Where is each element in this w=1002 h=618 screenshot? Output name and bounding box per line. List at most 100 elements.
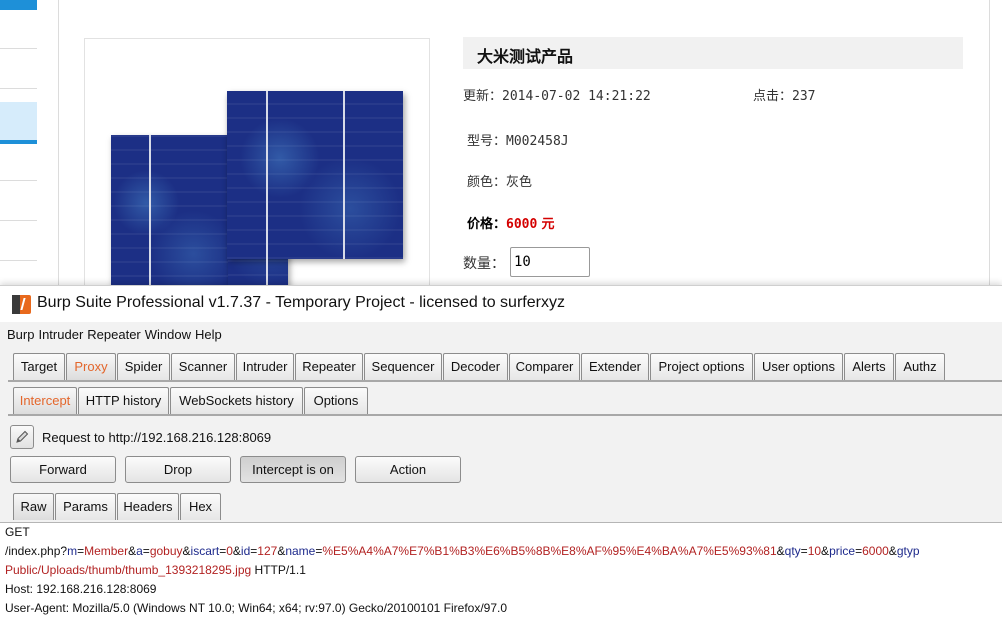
param-key: name: [285, 544, 316, 558]
param-value: Member: [84, 544, 129, 558]
menu-bar: Burp Intruder Repeater Window Help: [0, 324, 225, 346]
model-row: 型号：M002458J: [467, 130, 569, 149]
subtab-options[interactable]: Options: [304, 387, 368, 414]
color-row: 颜色：灰色: [467, 171, 532, 190]
request-line: /index.php?m=Member&a=gobuy&iscart=0&id=…: [5, 542, 920, 561]
tab-decoder[interactable]: Decoder: [443, 353, 508, 380]
left-nav-divider: [0, 48, 37, 49]
price-label: 价格：: [467, 217, 507, 232]
param-value: 6000: [862, 544, 889, 558]
param-value: gobuy: [149, 544, 183, 558]
left-nav-accent: [0, 0, 37, 10]
host-header: Host: 192.168.216.128:8069: [5, 582, 157, 596]
subtab-intercept[interactable]: Intercept: [13, 387, 77, 414]
product-title: 大米测试产品: [477, 47, 574, 66]
editor-tab-params[interactable]: Params: [55, 493, 116, 520]
update-value: 2014-07-02 14:21:22: [502, 89, 651, 104]
tab-spider[interactable]: Spider: [117, 353, 170, 380]
tab-sequencer[interactable]: Sequencer: [364, 353, 442, 380]
burp-window: Burp Suite Professional v1.7.37 - Tempor…: [0, 285, 1002, 618]
model-label: 型号：: [467, 134, 507, 149]
param-key: m: [67, 544, 78, 558]
title-bar[interactable]: Burp Suite Professional v1.7.37 - Tempor…: [0, 286, 1002, 322]
panel-seam: [266, 91, 268, 290]
param-key: id: [240, 544, 251, 558]
pencil-edit-icon[interactable]: [10, 425, 34, 449]
param-value: %E5%A4%A7%E7%B1%B3%E6%B5%8B%E8%AF%95%E4%…: [322, 544, 777, 558]
tab-scanner[interactable]: Scanner: [171, 353, 235, 380]
menu-intruder[interactable]: Intruder: [37, 324, 84, 346]
tab-user-options[interactable]: User options: [754, 353, 843, 380]
tab-authz[interactable]: Authz: [895, 353, 945, 380]
quantity-label: 数量：: [463, 256, 505, 272]
clicks-row: 点击：237: [753, 85, 816, 104]
param-key: qty: [784, 544, 801, 558]
shop-webpage: 大米测试产品 更新：2014-07-02 14:21:22 点击：237 型号：…: [0, 0, 1002, 290]
param-key: gtyp: [896, 544, 920, 558]
tab-intruder[interactable]: Intruder: [236, 353, 294, 380]
tab-project-options[interactable]: Project options: [650, 353, 753, 380]
price-row: 价格：6000 元: [467, 213, 554, 232]
param-value: 10: [807, 544, 822, 558]
tab-proxy[interactable]: Proxy: [66, 353, 116, 380]
subtab-strip-line: [8, 414, 1002, 416]
http-version: HTTP/1.1: [251, 563, 306, 577]
menu-help[interactable]: Help: [194, 324, 223, 346]
left-nav-item-selected[interactable]: [0, 102, 37, 140]
tab-comparer[interactable]: Comparer: [509, 353, 580, 380]
tab-extender[interactable]: Extender: [581, 353, 649, 380]
request-line-continued: Public/Uploads/thumb/thumb_1393218295.jp…: [5, 561, 306, 580]
intercept-toggle-button[interactable]: Intercept is on: [240, 456, 346, 483]
tab-alerts[interactable]: Alerts: [844, 353, 894, 380]
menu-burp[interactable]: Burp: [6, 324, 35, 346]
raw-request-editor[interactable]: GET /index.php?m=Member&a=gobuy&iscart=0…: [0, 522, 1002, 618]
color-label: 颜色：: [467, 175, 507, 190]
request-method: GET: [5, 525, 30, 539]
panel-seam: [149, 135, 151, 290]
left-nav-divider: [0, 220, 37, 221]
product-image: [84, 38, 430, 290]
image-path-value: Public/Uploads/thumb/thumb_1393218295.jp…: [5, 563, 252, 577]
param-key: iscart: [190, 544, 220, 558]
forward-button[interactable]: Forward: [10, 456, 116, 483]
price-value: 6000: [506, 217, 538, 232]
subtab-http-history[interactable]: HTTP history: [78, 387, 169, 414]
clicks-label: 点击：: [753, 89, 793, 104]
user-agent-header: User-Agent: Mozilla/5.0 (Windows NT 10.0…: [5, 601, 508, 615]
left-nav-divider: [0, 88, 37, 89]
request-target-label: Request to http://192.168.216.128:8069: [42, 430, 272, 445]
quantity-input[interactable]: [510, 247, 590, 277]
update-label: 更新：: [463, 89, 503, 104]
editor-tab-raw[interactable]: Raw: [13, 493, 54, 520]
clicks-value: 237: [792, 89, 816, 104]
action-button[interactable]: Action: [355, 456, 461, 483]
request-path: /index.php?: [5, 544, 68, 558]
param-key: a: [136, 544, 143, 558]
left-nav-accent: [0, 140, 37, 144]
burp-logo-icon: [12, 295, 31, 314]
left-nav-divider: [0, 180, 37, 181]
param-value: 127: [257, 544, 278, 558]
color-value: 灰色: [506, 175, 533, 190]
solar-panel-left: [111, 135, 229, 290]
product-title-bar: 大米测试产品: [463, 37, 963, 69]
menu-repeater[interactable]: Repeater: [86, 324, 141, 346]
update-row: 更新：2014-07-02 14:21:22: [463, 85, 651, 104]
price-unit: 元: [541, 217, 555, 232]
solar-panel-right: [227, 91, 403, 259]
drop-button[interactable]: Drop: [125, 456, 231, 483]
editor-tab-hex[interactable]: Hex: [180, 493, 221, 520]
tab-repeater[interactable]: Repeater: [295, 353, 363, 380]
tab-strip-line: [8, 380, 1002, 382]
left-nav-divider: [0, 260, 37, 261]
subtab-websockets-history[interactable]: WebSockets history: [170, 387, 303, 414]
tab-target[interactable]: Target: [13, 353, 65, 380]
window-title: Burp Suite Professional v1.7.37 - Tempor…: [37, 294, 565, 311]
menu-window[interactable]: Window: [144, 324, 192, 346]
param-value: 0: [226, 544, 233, 558]
query-params: m=Member&a=gobuy&iscart=0&id=127&name=%E…: [67, 544, 920, 558]
editor-tab-headers[interactable]: Headers: [117, 493, 179, 520]
model-value: M002458J: [506, 134, 569, 149]
param-key: price: [829, 544, 856, 558]
panel-seam: [343, 91, 345, 259]
